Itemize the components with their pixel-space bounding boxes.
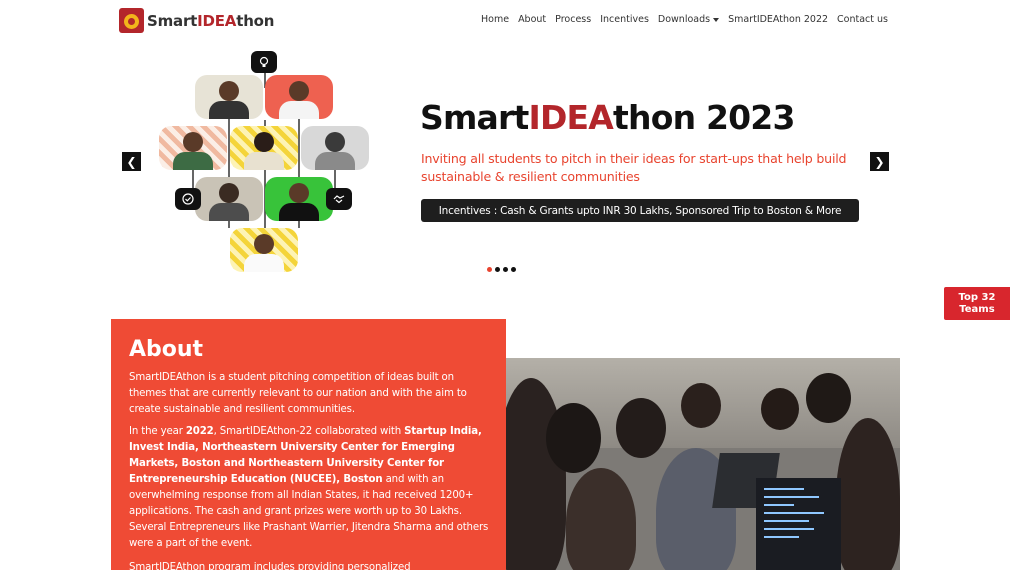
student-photo [230, 228, 298, 272]
student-photo [230, 126, 298, 170]
nav-downloads-dropdown[interactable]: Downloads [657, 14, 720, 25]
brand-emblem-icon [119, 8, 144, 33]
chevron-left-icon: ❮ [126, 154, 137, 169]
students-event-photo [506, 358, 900, 570]
carousel-indicator[interactable] [487, 267, 492, 272]
student-photo [159, 126, 227, 170]
student-photo [265, 75, 333, 119]
about-paragraph-1: SmartIDEAthon is a student pitching comp… [129, 372, 467, 415]
nav-downloads-label: Downloads [657, 14, 711, 25]
carousel-prev-button[interactable]: ❮ [122, 152, 141, 171]
carousel-indicator[interactable] [495, 267, 500, 272]
student-photo [195, 75, 263, 119]
main-nav: Home About Process Incentives Downloads … [481, 14, 888, 25]
carousel-next-button[interactable]: ❯ [870, 152, 889, 171]
carousel-indicator[interactable] [511, 267, 516, 272]
hero-title: SmartIDEAthon 2023 [420, 98, 795, 137]
lightbulb-icon [251, 51, 277, 73]
check-badge-icon [175, 188, 201, 210]
about-section: About SmartIDEAthon is a student pitchin… [111, 319, 506, 570]
nav-process[interactable]: Process [555, 14, 591, 25]
student-photo [265, 177, 333, 221]
nav-smartideathon-2022[interactable]: SmartIDEAthon 2022 [728, 14, 828, 25]
nav-home[interactable]: Home [481, 14, 509, 25]
about-paragraph-2: In the year 2022, SmartIDEAthon-22 colla… [129, 426, 489, 549]
hero-photo-collage [155, 48, 375, 276]
navbar: SmartIDEAthon Home About Process Incenti… [0, 0, 1010, 40]
nav-about[interactable]: About [518, 14, 546, 25]
chevron-right-icon: ❯ [874, 154, 885, 169]
nav-contact-us[interactable]: Contact us [837, 14, 888, 25]
top-teams-label-line2: Teams [959, 303, 995, 315]
student-photo [301, 126, 369, 170]
incentives-banner: Incentives : Cash & Grants upto INR 30 L… [421, 199, 859, 222]
top-32-teams-button[interactable]: Top 32 Teams [944, 287, 1010, 320]
about-heading: About [129, 337, 204, 362]
about-paragraph-3: SmartIDEAthon program includes providing… [129, 562, 411, 570]
caret-down-icon [713, 17, 720, 22]
hero-subtitle: Inviting all students to pitch in their … [421, 151, 847, 184]
handshake-icon [326, 188, 352, 210]
top-teams-label-line1: Top 32 [958, 291, 996, 303]
carousel-indicators [487, 267, 516, 272]
brand-logo-link[interactable]: SmartIDEAthon [119, 8, 274, 33]
nav-incentives[interactable]: Incentives [600, 14, 649, 25]
carousel-indicator[interactable] [503, 267, 508, 272]
students-group-photo [195, 177, 263, 221]
brand-name: SmartIDEAthon [147, 11, 275, 30]
